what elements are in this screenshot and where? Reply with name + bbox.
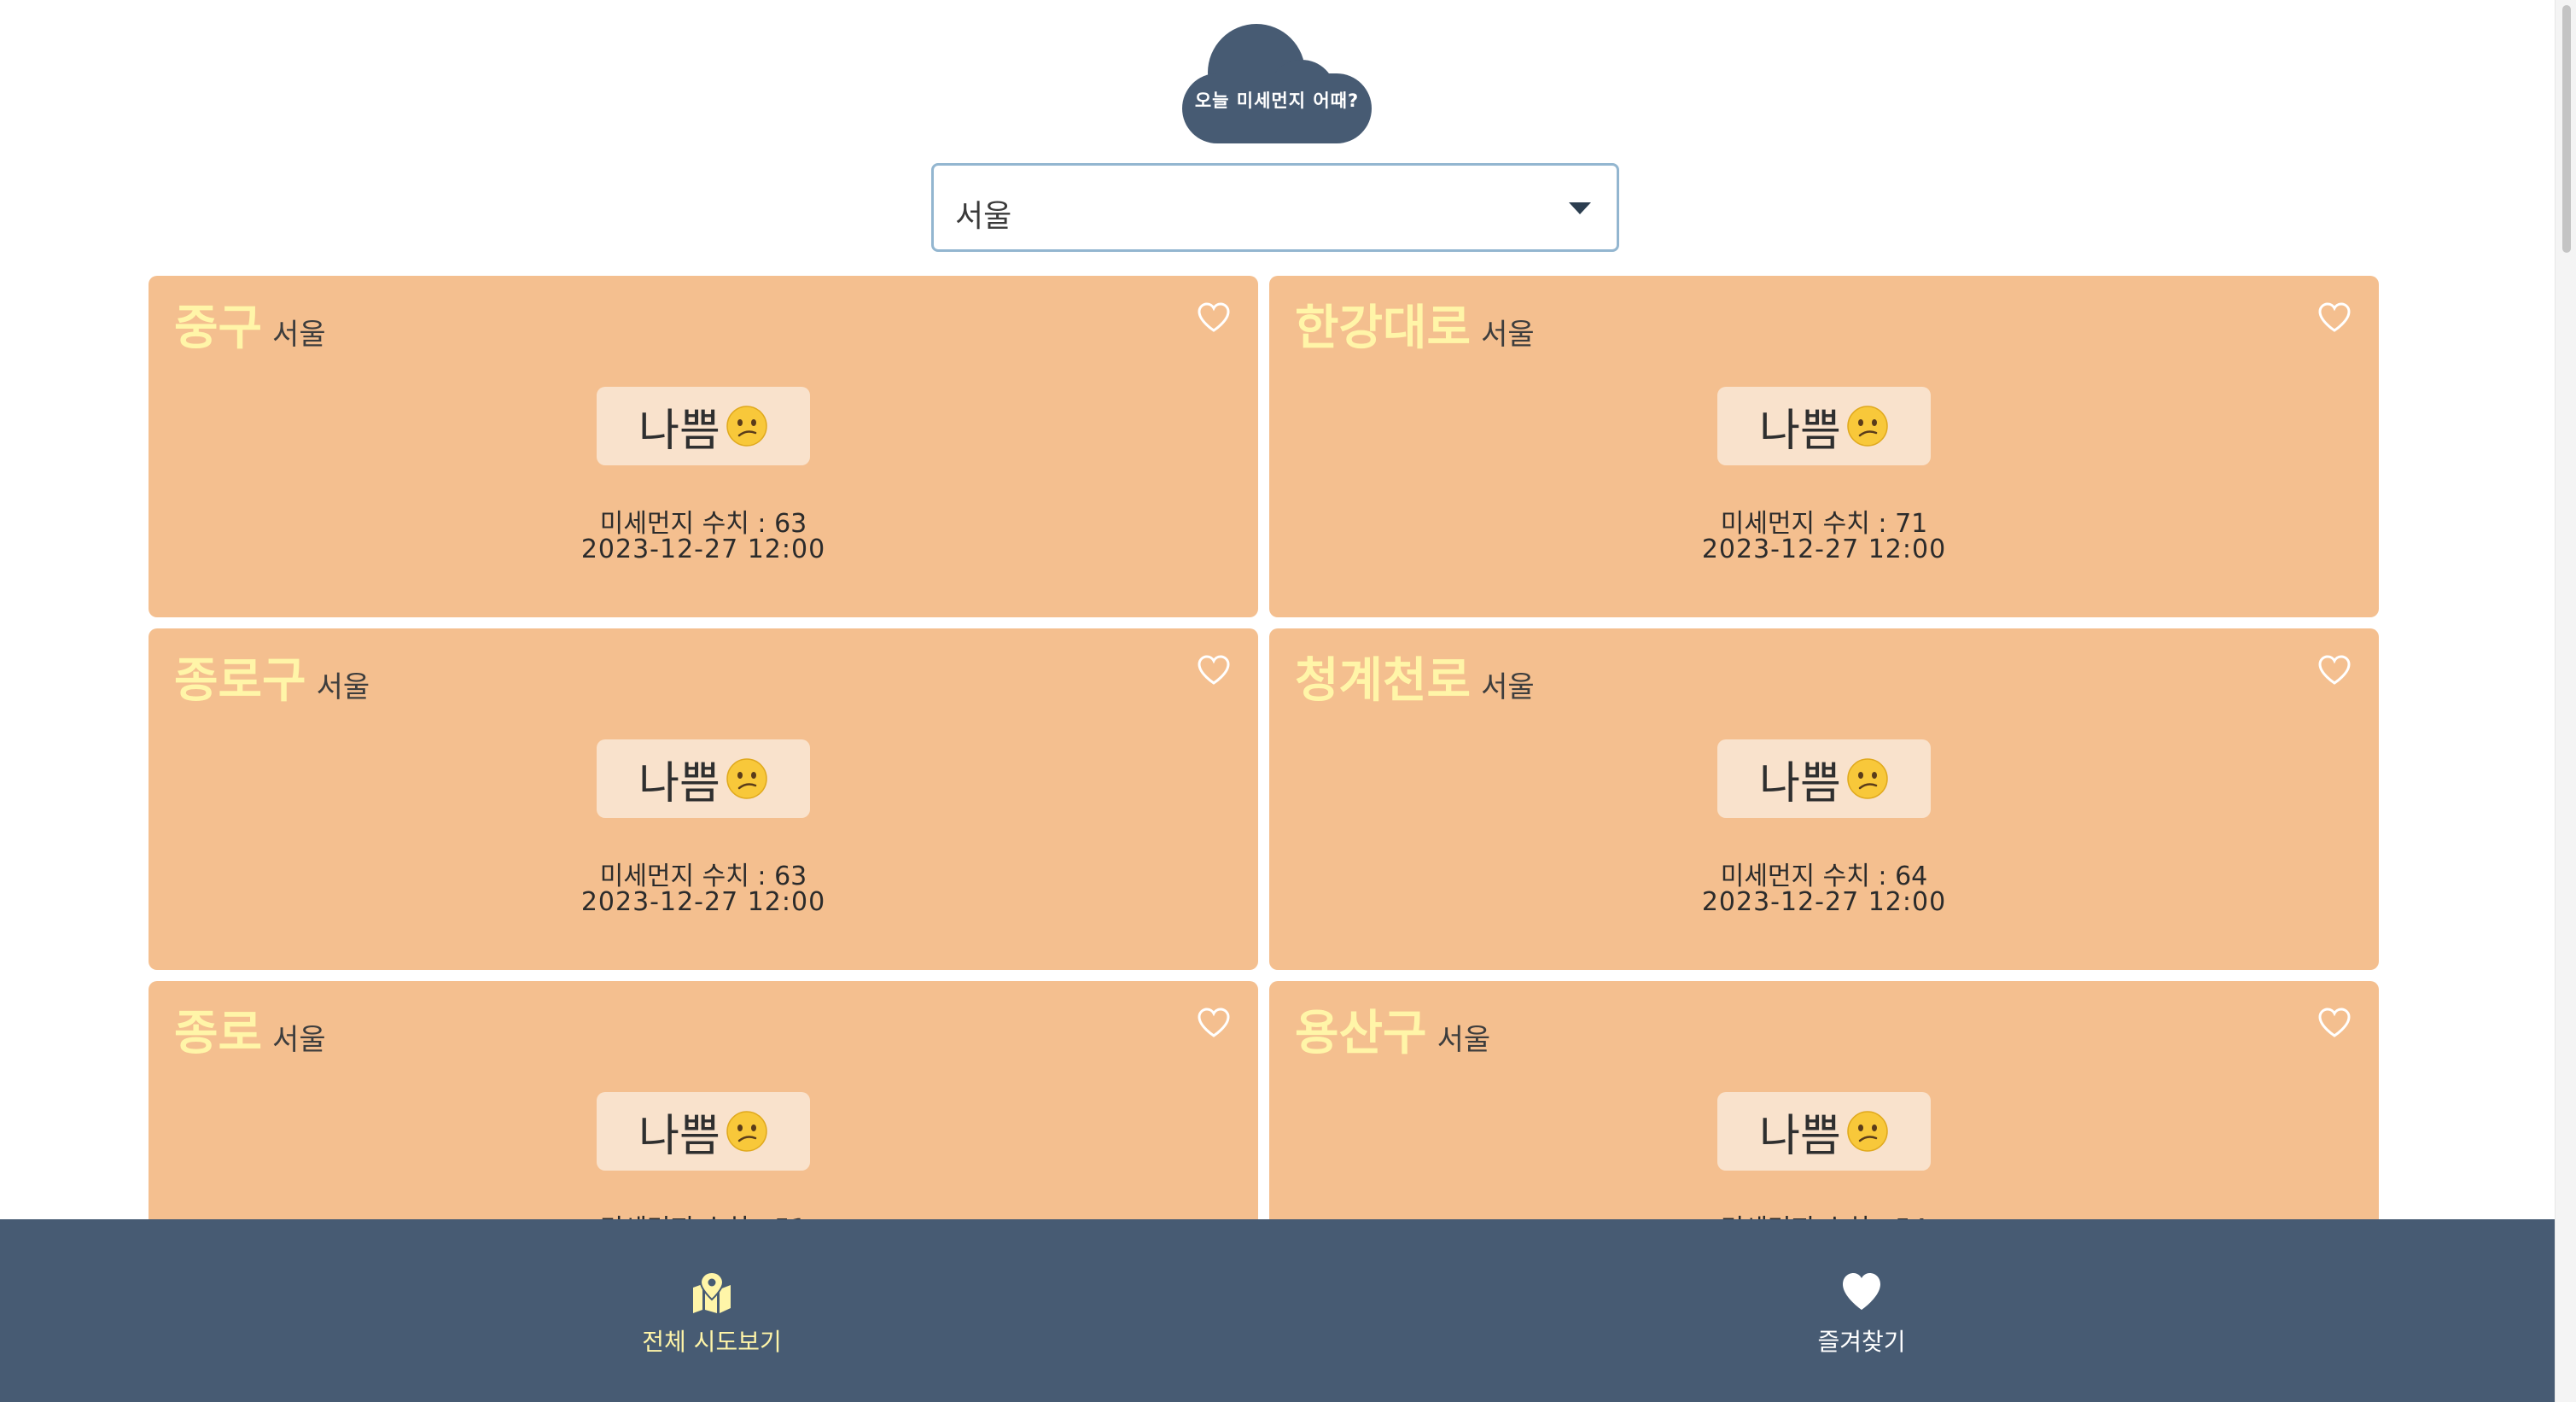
confused-face-icon xyxy=(726,757,768,800)
grade-label: 나쁨 xyxy=(1759,757,1841,809)
nav-all-regions[interactable]: 전체 시도보기 xyxy=(541,1219,883,1402)
station-name-group: 용산구 서울 xyxy=(1295,995,1490,1064)
app-logo: 오늘 미세먼지 어때? xyxy=(1182,20,1372,143)
station-sido: 서울 xyxy=(1481,670,1535,704)
station-sido: 서울 xyxy=(272,1023,326,1057)
grade-badge: 나쁨 xyxy=(1717,739,1931,818)
grade-label: 나쁨 xyxy=(1759,405,1841,457)
measured-time: 2023-12-27 12:00 xyxy=(1701,887,1947,917)
scrollbar-thumb[interactable] xyxy=(2562,5,2571,253)
station-card[interactable]: 종로구 서울 나쁨 미세먼지 수치 : 63 2023-12-27 12:00 xyxy=(149,628,1258,970)
heart-icon xyxy=(1843,1273,1880,1310)
station-name: 한강대로 xyxy=(1295,301,1472,356)
station-name-group: 종로 서울 xyxy=(174,995,326,1064)
grade-badge: 나쁨 xyxy=(597,1092,810,1171)
confused-face-icon xyxy=(726,405,768,447)
nav-favorites-label: 즐겨찾기 xyxy=(1817,1328,1906,1356)
station-card[interactable]: 청계천로 서울 나쁨 미세먼지 수치 : 64 2023-12-27 12:00 xyxy=(1269,628,2379,970)
grade-badge: 나쁨 xyxy=(1717,387,1931,465)
favorite-heart-icon[interactable] xyxy=(2317,301,2352,334)
page-scrollbar[interactable] xyxy=(2555,0,2576,1402)
station-name: 종로구 xyxy=(174,653,306,709)
grade-label: 나쁨 xyxy=(1759,1110,1841,1162)
station-name: 청계천로 xyxy=(1295,653,1472,709)
region-select-value: 서울 xyxy=(955,199,1012,234)
confused-face-icon xyxy=(726,1110,768,1153)
caret-down-icon xyxy=(1569,202,1591,214)
favorite-heart-icon[interactable] xyxy=(1197,1007,1231,1039)
station-sido: 서울 xyxy=(1481,318,1535,352)
bottom-nav: 전체 시도보기 즐겨찾기 xyxy=(0,1219,2555,1402)
grade-badge: 나쁨 xyxy=(1717,1092,1931,1171)
station-card[interactable]: 한강대로 서울 나쁨 미세먼지 수치 : 71 2023-12-27 12:00 xyxy=(1269,276,2379,617)
region-select[interactable]: 서울 xyxy=(931,163,1619,252)
station-name-group: 중구 서울 xyxy=(174,289,326,359)
confused-face-icon xyxy=(1846,405,1889,447)
app-logo-text: 오늘 미세먼지 어때? xyxy=(1194,91,1360,111)
grade-label: 나쁨 xyxy=(638,405,720,457)
station-name: 용산구 xyxy=(1295,1006,1427,1061)
grade-label: 나쁨 xyxy=(638,757,720,809)
measured-time: 2023-12-27 12:00 xyxy=(580,887,826,917)
favorite-heart-icon[interactable] xyxy=(2317,1007,2352,1039)
station-sido: 서울 xyxy=(316,670,370,704)
station-card[interactable]: 중구 서울 나쁨 미세먼지 수치 : 63 2023-12-27 12:00 xyxy=(149,276,1258,617)
grade-badge: 나쁨 xyxy=(597,387,810,465)
favorite-heart-icon[interactable] xyxy=(1197,301,1231,334)
favorite-heart-icon[interactable] xyxy=(2317,654,2352,686)
nav-favorites[interactable]: 즐겨찾기 xyxy=(1691,1219,2032,1402)
measured-time: 2023-12-27 12:00 xyxy=(580,535,826,564)
station-name-group: 종로구 서울 xyxy=(174,642,370,711)
confused-face-icon xyxy=(1846,757,1889,800)
grade-badge: 나쁨 xyxy=(597,739,810,818)
grade-label: 나쁨 xyxy=(638,1110,720,1162)
nav-all-regions-label: 전체 시도보기 xyxy=(642,1328,782,1356)
station-name-group: 청계천로 서울 xyxy=(1295,642,1535,711)
station-name-group: 한강대로 서울 xyxy=(1295,289,1535,359)
confused-face-icon xyxy=(1846,1110,1889,1153)
station-name: 종로 xyxy=(174,1006,263,1061)
station-name: 중구 xyxy=(174,301,263,356)
station-sido: 서울 xyxy=(1437,1023,1491,1057)
measured-time: 2023-12-27 12:00 xyxy=(1701,535,1947,564)
station-sido: 서울 xyxy=(272,318,326,352)
favorite-heart-icon[interactable] xyxy=(1197,654,1231,686)
map-pin-icon xyxy=(693,1271,731,1313)
